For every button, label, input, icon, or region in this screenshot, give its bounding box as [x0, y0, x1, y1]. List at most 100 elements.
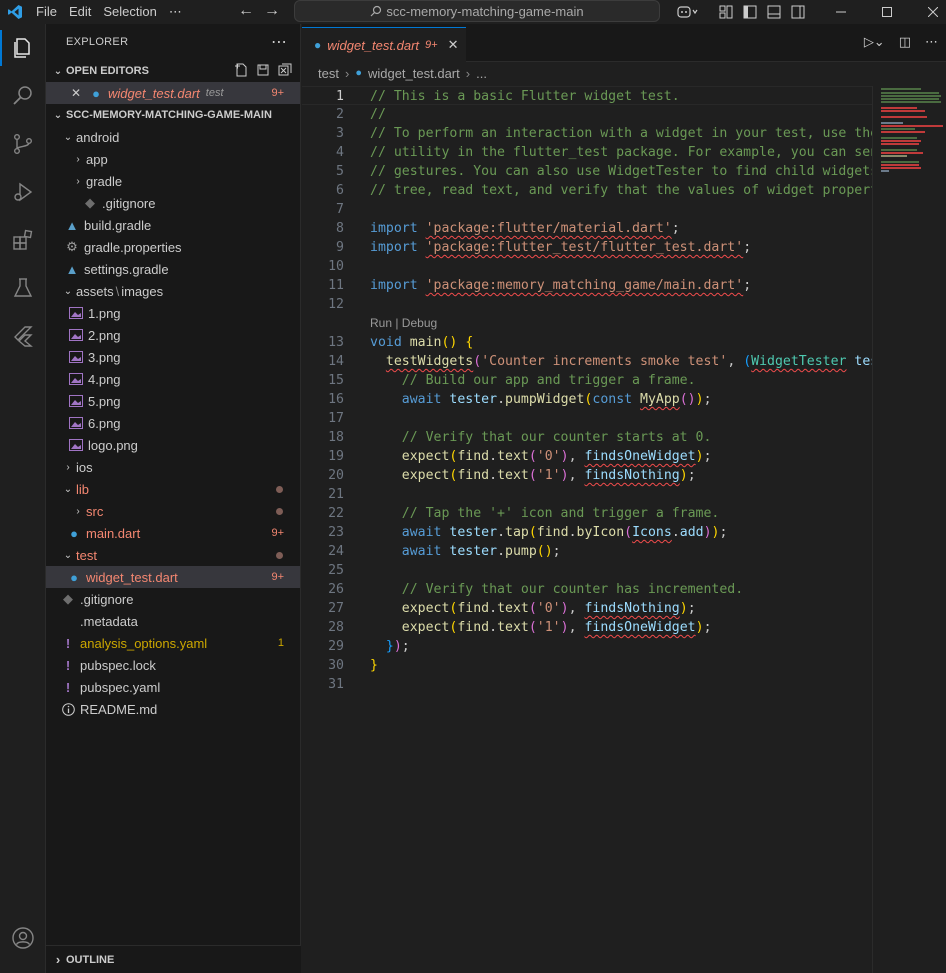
menu-more[interactable]: ⋯ [163, 0, 188, 24]
code-line: 27 expect(find.text('0'), findsNothing); [328, 601, 696, 616]
tab-label: widget_test.dart [327, 37, 420, 53]
code-line: 29 }); [328, 639, 410, 654]
command-center-search[interactable]: scc-memory-matching-game-main [294, 0, 660, 22]
new-untitled-file-icon[interactable] [234, 63, 248, 77]
menu-file[interactable]: File [30, 0, 63, 24]
account-icon[interactable] [0, 914, 46, 962]
explorer-sidebar: EXPLORER ⋯ ⌄ OPEN EDITORS ✕ ● widget_tes… [46, 24, 301, 973]
file-image[interactable]: 4.png [46, 368, 300, 390]
folder-src[interactable]: › src [46, 500, 300, 522]
file-build-gradle[interactable]: ▲ build.gradle [46, 214, 300, 236]
source-control-icon[interactable] [0, 120, 46, 168]
folder-assets-images[interactable]: ⌄ assets \ images [46, 280, 300, 302]
folder-ios[interactable]: › ios [46, 456, 300, 478]
yaml-icon: ! [65, 657, 71, 673]
file-label: .gitignore [80, 591, 134, 607]
minimap[interactable] [872, 86, 946, 973]
dart-file-icon: ● [355, 67, 362, 79]
code-line: 6// tree, read text, and verify that the… [336, 183, 887, 198]
code-line: 12 [328, 297, 344, 312]
toggle-secondary-sidebar-icon[interactable] [786, 0, 810, 24]
folder-app[interactable]: › app [46, 148, 300, 170]
copilot-icon[interactable] [672, 0, 704, 24]
close-all-icon[interactable] [278, 63, 292, 77]
project-header[interactable]: ⌄ SCC-MEMORY-MATCHING-GAME-MAIN [46, 104, 300, 126]
file-pubspec-lock[interactable]: ! pubspec.lock [46, 654, 300, 676]
image-file-icon [68, 371, 84, 387]
file-android-gitignore[interactable]: ◆ .gitignore [46, 192, 300, 214]
extensions-icon[interactable] [0, 216, 46, 264]
close-tab-icon[interactable]: ✕ [448, 37, 459, 53]
file-root-gitignore[interactable]: ◆ .gitignore [46, 588, 300, 610]
breadcrumb-file[interactable]: widget_test.dart [368, 66, 460, 81]
file-readme[interactable]: README.md [46, 698, 300, 720]
folder-test[interactable]: ⌄ test [46, 544, 300, 566]
image-file-icon [68, 437, 84, 453]
file-widget-test[interactable]: ● widget_test.dart 9+ [46, 566, 300, 588]
editor-actions: ▷⌄ ◫ ⋯ [864, 34, 938, 50]
gradle-icon: ▲ [65, 261, 79, 277]
gear-icon: ⚙ [66, 239, 78, 254]
editor-tab-widget-test[interactable]: ● widget_test.dart 9+ ✕ [302, 27, 467, 62]
more-actions-icon[interactable]: ⋯ [925, 34, 938, 50]
file-image[interactable]: 6.png [46, 412, 300, 434]
file-label: 3.png [88, 349, 121, 365]
chevron-right-icon: › [76, 153, 80, 165]
file-image[interactable]: logo.png [46, 434, 300, 456]
dart-file-icon: ● [314, 38, 322, 52]
flutter-icon[interactable] [0, 312, 46, 360]
breadcrumb-more[interactable]: ... [476, 66, 487, 81]
split-editor-icon[interactable]: ◫ [899, 34, 911, 50]
menu-selection[interactable]: Selection [97, 0, 162, 24]
save-all-icon[interactable] [256, 63, 270, 77]
file-gradle-properties[interactable]: ⚙ gradle.properties [46, 236, 300, 258]
file-icon [60, 613, 76, 629]
forward-arrow-icon[interactable]: → [264, 2, 280, 20]
maximize-icon[interactable] [864, 0, 910, 24]
file-analysis-options[interactable]: ! analysis_options.yaml 1 [46, 632, 300, 654]
file-image[interactable]: 1.png [46, 302, 300, 324]
chevron-down-icon: ⌄ [63, 285, 73, 297]
breadcrumb-folder[interactable]: test [318, 66, 339, 81]
chevron-right-icon: › [55, 952, 61, 967]
title-actions [672, 0, 946, 24]
back-arrow-icon[interactable]: ← [238, 2, 254, 20]
open-editors-header[interactable]: ⌄ OPEN EDITORS [46, 60, 300, 82]
code-line: 24 await tester.pump(); [328, 544, 561, 559]
file-pubspec-yaml[interactable]: ! pubspec.yaml [46, 676, 300, 698]
minimize-icon[interactable] [818, 0, 864, 24]
toggle-panel-icon[interactable] [762, 0, 786, 24]
run-debug-icon[interactable] [0, 168, 46, 216]
codelens-run-debug[interactable]: Run | Debug [302, 314, 872, 333]
file-image[interactable]: 2.png [46, 324, 300, 346]
yaml-icon: ! [65, 679, 71, 695]
file-image[interactable]: 5.png [46, 390, 300, 412]
file-main-dart[interactable]: ● main.dart 9+ [46, 522, 300, 544]
folder-lib[interactable]: ⌄ lib [46, 478, 300, 500]
outline-section-header[interactable]: › OUTLINE [46, 945, 301, 973]
run-dropdown-icon[interactable]: ▷⌄ [864, 34, 885, 50]
search-icon[interactable] [0, 72, 46, 120]
open-editor-item[interactable]: ✕ ● widget_test.dart test 9+ [46, 82, 300, 104]
search-text: scc-memory-matching-game-main [386, 3, 584, 19]
code-line: 8 import 'package:flutter/material.dart'; [336, 221, 680, 236]
code-line: 13 void main() { [328, 335, 474, 350]
explorer-files-icon[interactable] [0, 24, 46, 72]
folder-gradle[interactable]: › gradle [46, 170, 300, 192]
file-settings-gradle[interactable]: ▲ settings.gradle [46, 258, 300, 280]
folder-android[interactable]: ⌄ android [46, 126, 300, 148]
testing-icon[interactable] [0, 264, 46, 312]
file-image[interactable]: 3.png [46, 346, 300, 368]
file-label: .gitignore [102, 195, 156, 211]
customize-layout-icon[interactable] [714, 0, 738, 24]
error-count-badge: 9+ [271, 527, 284, 539]
menu-edit[interactable]: Edit [63, 0, 97, 24]
file-label: 6.png [88, 415, 121, 431]
file-metadata[interactable]: .metadata [46, 610, 300, 632]
close-editor-icon[interactable]: ✕ [68, 85, 84, 101]
activity-bar [0, 24, 46, 973]
close-window-icon[interactable] [910, 0, 946, 24]
code-editor[interactable]: 1// This is a basic Flutter widget test.… [302, 86, 887, 966]
toggle-primary-sidebar-icon[interactable] [738, 0, 762, 24]
more-actions-icon[interactable]: ⋯ [271, 32, 288, 52]
